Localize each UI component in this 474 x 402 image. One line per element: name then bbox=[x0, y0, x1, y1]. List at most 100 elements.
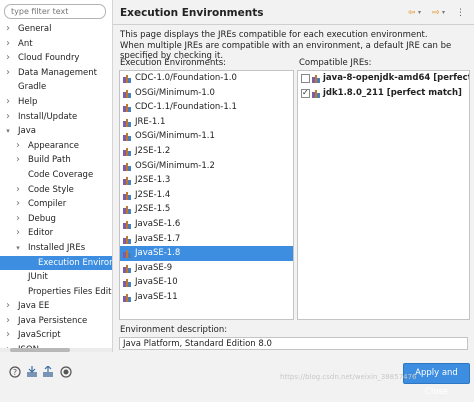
collapsed-arrow-icon[interactable]: › bbox=[14, 139, 22, 154]
expanded-arrow-icon[interactable]: ▾ bbox=[14, 241, 22, 256]
tree-item[interactable]: › Appearance bbox=[0, 139, 112, 154]
library-icon bbox=[123, 220, 131, 229]
compatible-jre-row[interactable]: java-8-openjdk-amd64 [perfect match] bbox=[298, 71, 469, 86]
tree-item-label: JUnit bbox=[28, 272, 48, 283]
tree-item[interactable]: › Code Style bbox=[0, 183, 112, 198]
collapsed-arrow-icon[interactable]: › bbox=[4, 22, 12, 37]
back-arrow-icon[interactable]: ⇦ bbox=[408, 6, 416, 20]
tree-item[interactable]: › Java Persistence bbox=[0, 314, 112, 329]
collapsed-arrow-icon[interactable]: › bbox=[4, 314, 12, 329]
tree-item-label: Code Coverage bbox=[28, 169, 94, 180]
exec-env-item[interactable]: JavaSE-1.8 bbox=[120, 246, 293, 261]
collapsed-arrow-icon[interactable]: › bbox=[4, 66, 12, 81]
collapsed-arrow-icon[interactable]: › bbox=[14, 226, 22, 241]
exec-env-item[interactable]: J2SE-1.2 bbox=[120, 144, 293, 159]
collapsed-arrow-icon[interactable]: › bbox=[4, 328, 12, 343]
exec-env-item-label: JRE-1.1 bbox=[135, 116, 166, 127]
tree-item[interactable]: › General bbox=[0, 22, 112, 37]
import-icon[interactable] bbox=[26, 366, 38, 378]
exec-env-item[interactable]: JavaSE-1.7 bbox=[120, 232, 293, 247]
collapsed-arrow-icon[interactable]: › bbox=[14, 153, 22, 168]
tree-item-label: Gradle bbox=[18, 82, 47, 93]
filter-field[interactable] bbox=[4, 4, 106, 19]
filter-input[interactable] bbox=[11, 5, 101, 18]
library-icon bbox=[123, 89, 131, 98]
tree-item[interactable]: › Ant bbox=[0, 37, 112, 52]
exec-env-item[interactable]: OSGi/Minimum-1.1 bbox=[120, 129, 293, 144]
exec-env-item[interactable]: JRE-1.1 bbox=[120, 115, 293, 130]
library-icon bbox=[312, 74, 320, 83]
exec-env-item[interactable]: CDC-1.1/Foundation-1.1 bbox=[120, 100, 293, 115]
tree-item[interactable]: › Java EE bbox=[0, 299, 112, 314]
jre-checkbox[interactable] bbox=[301, 86, 310, 100]
library-icon bbox=[123, 264, 131, 273]
expanded-arrow-icon[interactable]: ▾ bbox=[4, 124, 12, 139]
exec-env-item[interactable]: JavaSE-9 bbox=[120, 261, 293, 276]
collapsed-arrow-icon[interactable]: › bbox=[14, 212, 22, 227]
exec-env-item-label: JavaSE-1.6 bbox=[135, 218, 181, 229]
tree-item-label: Install/Update bbox=[18, 111, 78, 122]
tree-item-label: Build Path bbox=[28, 155, 71, 166]
exec-env-item[interactable]: J2SE-1.4 bbox=[120, 188, 293, 203]
scrollbar-thumb[interactable] bbox=[10, 348, 70, 352]
tree-item[interactable]: › Install/Update bbox=[0, 110, 112, 125]
exec-env-item-label: J2SE-1.2 bbox=[135, 145, 171, 156]
tree-item[interactable]: › JavaScript bbox=[0, 328, 112, 343]
preference-page: Execution Environments ⇦ ▾ ⇨ ▾ ⋮ This pa… bbox=[113, 0, 474, 390]
tree-item[interactable]: ▾ Installed JREs bbox=[0, 241, 112, 256]
page-description-line1: This page displays the JREs compatible f… bbox=[120, 30, 428, 40]
compatible-jres-list[interactable]: java-8-openjdk-amd64 [perfect match] jdk1… bbox=[297, 70, 470, 320]
collapsed-arrow-icon[interactable]: › bbox=[4, 299, 12, 314]
tree-item[interactable]: › Help bbox=[0, 95, 112, 110]
tree-item[interactable]: › Data Management bbox=[0, 66, 112, 81]
collapsed-arrow-icon[interactable]: › bbox=[4, 95, 12, 110]
library-icon bbox=[123, 249, 131, 259]
exec-env-item-label: OSGi/Minimum-1.0 bbox=[135, 87, 215, 98]
view-menu-icon[interactable]: ⋮ bbox=[456, 6, 465, 20]
exec-env-item[interactable]: J2SE-1.5 bbox=[120, 202, 293, 217]
library-icon bbox=[123, 74, 131, 83]
tree-item[interactable]: › Cloud Foundry bbox=[0, 51, 112, 66]
exec-env-item[interactable]: JavaSE-10 bbox=[120, 275, 293, 290]
forward-arrow-icon[interactable]: ⇨ bbox=[432, 6, 440, 20]
collapsed-arrow-icon[interactable]: › bbox=[14, 183, 22, 198]
tree-item[interactable]: Code Coverage bbox=[0, 168, 112, 183]
library-icon bbox=[123, 176, 131, 186]
tree-item[interactable]: Properties Files Editor bbox=[0, 285, 112, 300]
exec-env-list[interactable]: CDC-1.0/Foundation-1.0 OSGi/Minimum-1.0 CD… bbox=[119, 70, 294, 320]
collapsed-arrow-icon[interactable]: › bbox=[4, 37, 12, 52]
svg-text:?: ? bbox=[13, 368, 17, 377]
forward-dropdown-icon[interactable]: ▾ bbox=[442, 6, 445, 20]
tree-item[interactable]: ▾ Java bbox=[0, 124, 112, 139]
exec-env-item[interactable]: CDC-1.0/Foundation-1.0 bbox=[120, 71, 293, 86]
tree-item[interactable]: › Editor bbox=[0, 226, 112, 241]
tree-item[interactable]: Execution Environm bbox=[0, 255, 112, 271]
tree-item-label: Editor bbox=[28, 228, 54, 239]
exec-env-item[interactable]: OSGi/Minimum-1.2 bbox=[120, 159, 293, 174]
record-icon[interactable] bbox=[60, 366, 72, 378]
help-icon[interactable]: ? bbox=[9, 366, 21, 378]
back-dropdown-icon[interactable]: ▾ bbox=[418, 6, 421, 20]
tree-item[interactable]: › Debug bbox=[0, 212, 112, 227]
compatible-jre-label: java-8-openjdk-amd64 [perfect match] bbox=[323, 73, 470, 83]
collapsed-arrow-icon[interactable]: › bbox=[4, 110, 12, 125]
collapsed-arrow-icon[interactable]: › bbox=[4, 51, 12, 66]
tree-item[interactable]: › Build Path bbox=[0, 153, 112, 168]
tree-item[interactable]: › Compiler bbox=[0, 197, 112, 212]
exec-env-item[interactable]: J2SE-1.3 bbox=[120, 173, 293, 188]
exec-env-item[interactable]: OSGi/Minimum-1.0 bbox=[120, 86, 293, 101]
jre-checkbox[interactable] bbox=[301, 74, 310, 83]
tree-item-label: Execution Environm bbox=[38, 257, 112, 268]
exec-env-item[interactable]: JavaSE-1.6 bbox=[120, 217, 293, 232]
exec-env-item[interactable]: JavaSE-11 bbox=[120, 290, 293, 305]
watermark-text: https://blog.csdn.net/weixin_38857476 bbox=[280, 373, 417, 381]
exec-env-item-label: CDC-1.1/Foundation-1.1 bbox=[135, 102, 237, 113]
tree-item-label: Compiler bbox=[28, 199, 67, 210]
tree-item[interactable]: Gradle bbox=[0, 80, 112, 95]
tree-item[interactable]: JUnit bbox=[0, 270, 112, 285]
collapsed-arrow-icon[interactable]: › bbox=[14, 197, 22, 212]
tree-item-label: Properties Files Editor bbox=[28, 286, 113, 297]
export-icon[interactable] bbox=[42, 366, 54, 378]
compatible-jre-row[interactable]: jdk1.8.0_211 [perfect match] bbox=[298, 86, 469, 100]
horizontal-scrollbar[interactable] bbox=[0, 348, 112, 352]
